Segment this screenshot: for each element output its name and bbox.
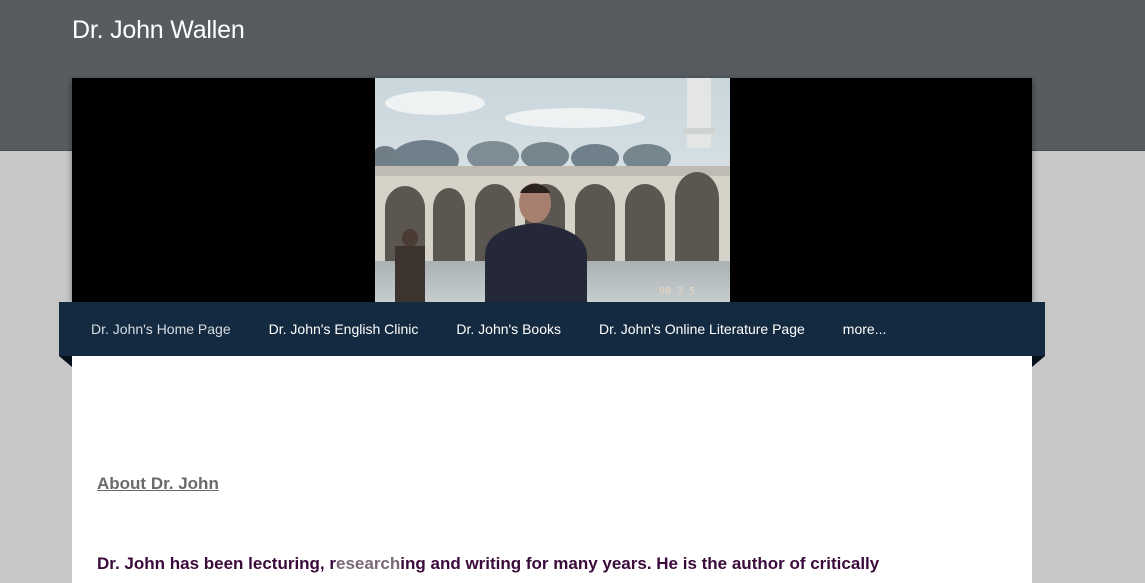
bio-text-part1: Dr. John has been lecturing, r [97, 554, 336, 573]
bio-text-part2: esearch [336, 554, 401, 573]
mosque-courtyard-photo: '98 3 5 [375, 78, 730, 302]
header-banner: '98 3 5 [72, 78, 1032, 302]
main-content: About Dr. John Dr. John has been lecturi… [72, 356, 1032, 583]
photo-timestamp: '98 3 5 [653, 286, 695, 297]
main-nav: Dr. John's Home Page Dr. John's English … [59, 302, 1045, 356]
header-photo: '98 3 5 [375, 78, 730, 302]
about-heading[interactable]: About Dr. John [97, 474, 219, 494]
nav-item-english-clinic[interactable]: Dr. John's English Clinic [269, 321, 419, 337]
bio-text-part3: ing and writing for many years. He is th… [400, 554, 880, 573]
site-title[interactable]: Dr. John Wallen [72, 16, 245, 45]
nav-fold-left [59, 356, 72, 367]
nav-item-books[interactable]: Dr. John's Books [456, 321, 561, 337]
nav-item-more[interactable]: more... [843, 321, 887, 337]
nav-item-online-literature[interactable]: Dr. John's Online Literature Page [599, 321, 805, 337]
nav-item-home[interactable]: Dr. John's Home Page [91, 321, 231, 337]
nav-fold-right [1032, 356, 1045, 367]
bio-paragraph: Dr. John has been lecturing, researching… [97, 554, 1017, 574]
